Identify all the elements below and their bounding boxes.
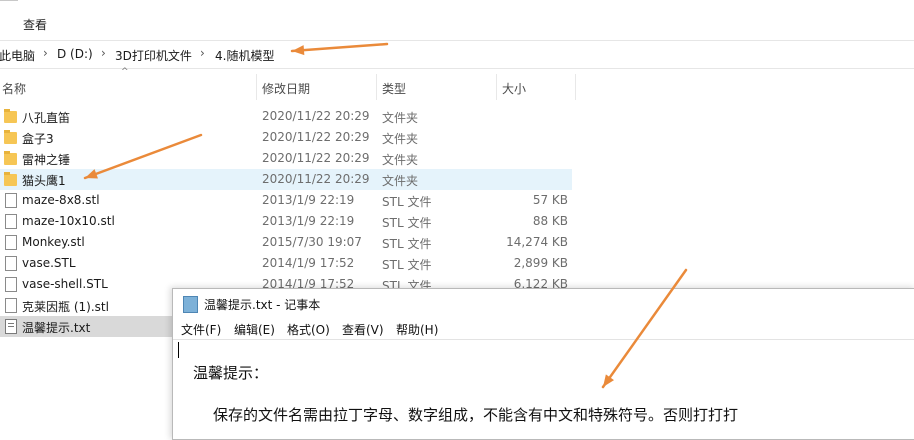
arrow-to-breadcrumb-icon [290, 42, 389, 56]
arrow-to-notepad-text-icon [601, 268, 688, 389]
annotation-arrows [83, 42, 688, 389]
arrow-to-owl-folder-icon [83, 133, 203, 180]
